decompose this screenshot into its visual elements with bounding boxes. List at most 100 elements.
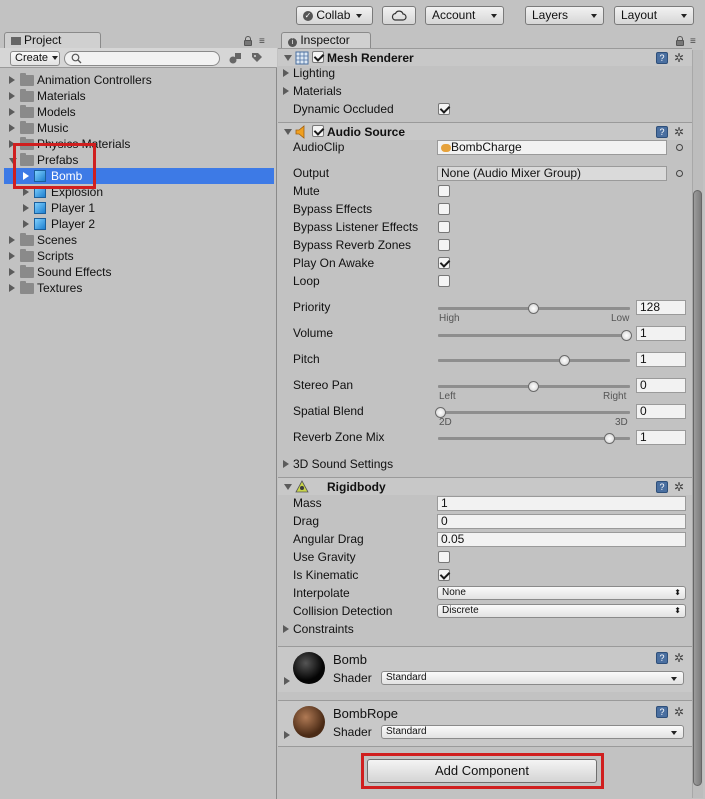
reverb-mix-slider-handle[interactable] (604, 433, 615, 444)
lock-icon[interactable] (244, 36, 252, 46)
lock-icon[interactable] (676, 36, 684, 46)
help-icon[interactable]: ? (656, 706, 668, 718)
loop-checkbox[interactable] (438, 275, 450, 287)
audioclip-field[interactable]: BombCharge (437, 140, 667, 155)
tree-item[interactable]: Models (4, 104, 274, 120)
foldout-arrow-icon[interactable] (9, 268, 15, 276)
foldout-arrow-icon[interactable] (23, 188, 29, 196)
materials-label[interactable]: Materials (293, 83, 342, 99)
reverb-mix-slider[interactable] (438, 437, 630, 440)
constraints-foldout-icon[interactable] (283, 625, 289, 633)
gear-icon[interactable]: ✲ (674, 126, 684, 138)
foldout-arrow-icon[interactable] (284, 731, 290, 739)
mesh-renderer-enabled-checkbox[interactable] (312, 51, 324, 63)
constraints-label[interactable]: Constraints (293, 621, 354, 637)
search-input[interactable] (64, 51, 220, 66)
tree-item[interactable]: Scenes (4, 232, 274, 248)
foldout-arrow-icon[interactable] (9, 284, 15, 292)
gear-icon[interactable]: ✲ (674, 52, 684, 64)
materials-foldout-icon[interactable] (283, 87, 289, 95)
mass-field[interactable]: 1 (437, 496, 686, 511)
use-gravity-checkbox[interactable] (438, 551, 450, 563)
foldout-arrow-icon[interactable] (9, 124, 15, 132)
reverb-mix-field[interactable]: 1 (636, 430, 686, 445)
volume-slider[interactable] (438, 334, 630, 337)
tree-item[interactable]: Player 1 (4, 200, 274, 216)
help-icon[interactable]: ? (656, 481, 668, 493)
lighting-foldout-icon[interactable] (283, 69, 289, 77)
sound-settings-foldout-icon[interactable] (283, 460, 289, 468)
lighting-label[interactable]: Lighting (293, 65, 335, 81)
add-component-button[interactable]: Add Component (367, 759, 597, 783)
help-icon[interactable]: ? (656, 126, 668, 138)
angular-drag-field[interactable]: 0.05 (437, 532, 686, 547)
tab-project[interactable]: Project (4, 32, 101, 48)
is-kinematic-checkbox[interactable] (438, 569, 450, 581)
pitch-slider[interactable] (438, 359, 630, 362)
layout-dropdown[interactable]: Layout (614, 6, 694, 25)
sound-settings-label[interactable]: 3D Sound Settings (293, 456, 393, 472)
audio-source-header[interactable]: Audio Source ? ✲ (278, 122, 692, 140)
gear-icon[interactable]: ✲ (674, 481, 684, 493)
help-icon[interactable]: ? (656, 652, 668, 664)
tag-icon[interactable] (250, 51, 264, 65)
create-dropdown[interactable]: Create (10, 51, 60, 66)
panel-menu-icon[interactable]: ≡ (259, 37, 265, 47)
output-field[interactable]: None (Audio Mixer Group) (437, 166, 667, 181)
priority-field[interactable]: 128 (636, 300, 686, 315)
foldout-arrow-icon[interactable] (284, 484, 292, 490)
tree-item[interactable]: Prefabs (4, 152, 274, 168)
foldout-arrow-icon[interactable] (284, 677, 290, 685)
layers-dropdown[interactable]: Layers (525, 6, 604, 25)
bypass-listener-checkbox[interactable] (438, 221, 450, 233)
filter-by-type-icon[interactable] (228, 51, 243, 65)
foldout-arrow-icon[interactable] (9, 76, 15, 84)
play-on-awake-checkbox[interactable] (438, 257, 450, 269)
foldout-arrow-icon[interactable] (284, 129, 292, 135)
foldout-arrow-icon[interactable] (284, 55, 292, 61)
account-dropdown[interactable]: Account (425, 6, 504, 25)
tree-item[interactable]: Player 2 (4, 216, 274, 232)
priority-slider-handle[interactable] (528, 303, 539, 314)
volume-slider-handle[interactable] (621, 330, 632, 341)
interpolate-dropdown[interactable]: None ⬍ (437, 586, 686, 600)
panel-menu-icon[interactable]: ≡ (690, 37, 696, 47)
shader-dropdown[interactable]: Standard (381, 725, 684, 739)
gear-icon[interactable]: ✲ (674, 652, 684, 664)
tree-item[interactable]: Music (4, 120, 274, 136)
foldout-arrow-icon[interactable] (9, 236, 15, 244)
foldout-arrow-icon[interactable] (9, 140, 15, 148)
foldout-arrow-icon[interactable] (9, 108, 15, 116)
foldout-arrow-icon[interactable] (9, 92, 15, 100)
foldout-arrow-icon[interactable] (9, 252, 15, 260)
foldout-arrow-icon[interactable] (23, 172, 29, 180)
shader-dropdown[interactable]: Standard (381, 671, 684, 685)
object-picker-icon[interactable] (676, 144, 683, 151)
tree-item[interactable]: Scripts (4, 248, 274, 264)
rigidbody-header[interactable]: Rigidbody ? ✲ (278, 477, 692, 495)
tree-item[interactable]: Materials (4, 88, 274, 104)
foldout-arrow-icon[interactable] (9, 158, 17, 164)
cloud-button[interactable] (382, 6, 416, 25)
audio-source-enabled-checkbox[interactable] (312, 125, 324, 137)
bypass-reverb-checkbox[interactable] (438, 239, 450, 251)
scrollbar-thumb[interactable] (693, 190, 702, 786)
tree-item[interactable]: Physics Materials (4, 136, 274, 152)
gear-icon[interactable]: ✲ (674, 706, 684, 718)
stereo-pan-slider-handle[interactable] (528, 381, 539, 392)
tree-item[interactable]: Animation Controllers (4, 72, 274, 88)
mesh-renderer-header[interactable]: Mesh Renderer ? ✲ (278, 48, 692, 66)
collab-button[interactable]: ✓ Collab (296, 6, 373, 25)
bypass-effects-checkbox[interactable] (438, 203, 450, 215)
dynamic-occluded-checkbox[interactable] (438, 103, 450, 115)
help-icon[interactable]: ? (656, 52, 668, 64)
drag-field[interactable]: 0 (437, 514, 686, 529)
object-picker-icon[interactable] (676, 170, 683, 177)
volume-field[interactable]: 1 (636, 326, 686, 341)
tree-item[interactable]: Sound Effects (4, 264, 274, 280)
tree-item[interactable]: Bomb (4, 168, 274, 184)
tree-item[interactable]: Textures (4, 280, 274, 296)
tab-inspector[interactable]: i Inspector (281, 32, 371, 48)
spatial-blend-slider[interactable] (438, 411, 630, 414)
pitch-slider-handle[interactable] (559, 355, 570, 366)
